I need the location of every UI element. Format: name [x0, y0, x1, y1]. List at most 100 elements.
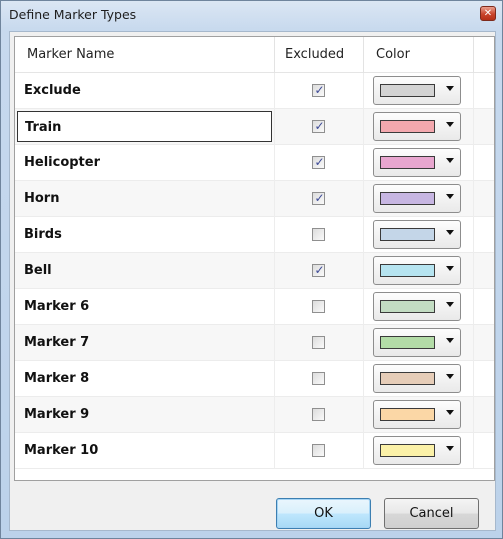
dialog-window: Define Marker Types ✕ Marker Name Exclud…: [0, 0, 503, 539]
chevron-down-icon[interactable]: [446, 410, 454, 415]
checkmark-icon: ✓: [314, 191, 325, 205]
cell-divider: [274, 361, 275, 397]
marker-name-cell[interactable]: Helicopter: [17, 147, 272, 178]
color-swatch: [380, 120, 435, 133]
marker-name-cell[interactable]: Marker 6: [17, 291, 272, 322]
column-separator[interactable]: [473, 37, 474, 73]
chevron-down-icon[interactable]: [446, 230, 454, 235]
marker-name-cell[interactable]: Marker 8: [17, 363, 272, 394]
excluded-checkbox[interactable]: [312, 444, 325, 457]
table-row[interactable]: Marker 8: [15, 361, 494, 397]
table-row[interactable]: Marker 10: [15, 433, 494, 469]
cell-divider: [473, 73, 474, 109]
table-row[interactable]: Marker 9: [15, 397, 494, 433]
cell-divider: [363, 433, 364, 469]
marker-name-cell[interactable]: Bell: [17, 255, 272, 286]
table-row[interactable]: Marker 6: [15, 289, 494, 325]
color-swatch: [380, 372, 435, 385]
marker-name-cell[interactable]: Marker 9: [17, 399, 272, 430]
color-dropdown[interactable]: [373, 220, 461, 249]
excluded-checkbox[interactable]: [312, 336, 325, 349]
chevron-down-icon[interactable]: [446, 302, 454, 307]
cell-divider: [274, 181, 275, 217]
column-header-color[interactable]: Color: [376, 37, 410, 73]
color-dropdown[interactable]: [373, 76, 461, 105]
chevron-down-icon[interactable]: [446, 86, 454, 91]
cell-divider: [473, 145, 474, 181]
color-dropdown[interactable]: [373, 112, 461, 141]
marker-name-cell[interactable]: Horn: [17, 183, 272, 214]
excluded-checkbox[interactable]: ✓: [312, 191, 325, 205]
close-icon[interactable]: ✕: [480, 6, 496, 21]
chevron-down-icon[interactable]: [446, 158, 454, 163]
column-separator[interactable]: [363, 37, 364, 73]
color-swatch: [380, 300, 435, 313]
color-dropdown[interactable]: [373, 364, 461, 393]
excluded-checkbox[interactable]: ✓: [312, 263, 325, 277]
column-separator[interactable]: [274, 37, 275, 73]
color-dropdown[interactable]: [373, 148, 461, 177]
checkmark-icon: ✓: [314, 263, 325, 277]
cell-divider: [363, 253, 364, 289]
excluded-checkbox[interactable]: ✓: [312, 119, 325, 133]
cell-divider: [363, 325, 364, 361]
color-dropdown[interactable]: [373, 328, 461, 357]
table-row[interactable]: Bell ✓: [15, 253, 494, 289]
cell-divider: [473, 217, 474, 253]
chevron-down-icon[interactable]: [446, 374, 454, 379]
table-row[interactable]: Helicopter ✓: [15, 145, 494, 181]
marker-name-cell[interactable]: Train: [17, 111, 272, 142]
marker-types-grid[interactable]: Marker Name Excluded Color Exclude ✓ Train…: [14, 36, 495, 481]
chevron-down-icon[interactable]: [446, 122, 454, 127]
color-dropdown[interactable]: [373, 436, 461, 465]
cell-divider: [274, 325, 275, 361]
color-swatch: [380, 192, 435, 205]
cell-divider: [473, 289, 474, 325]
marker-name-cell[interactable]: Marker 10: [17, 435, 272, 466]
color-swatch: [380, 336, 435, 349]
checkmark-icon: ✓: [314, 155, 325, 169]
cell-divider: [274, 145, 275, 181]
column-header-excluded[interactable]: Excluded: [285, 37, 344, 73]
cell-divider: [363, 289, 364, 325]
table-row[interactable]: Horn ✓: [15, 181, 494, 217]
cell-divider: [363, 73, 364, 109]
chevron-down-icon[interactable]: [446, 338, 454, 343]
excluded-checkbox[interactable]: ✓: [312, 155, 325, 169]
marker-name-cell[interactable]: Exclude: [17, 75, 272, 106]
color-dropdown[interactable]: [373, 292, 461, 321]
excluded-checkbox[interactable]: [312, 372, 325, 385]
cell-divider: [473, 397, 474, 433]
table-row[interactable]: Marker 7: [15, 325, 494, 361]
cell-divider: [363, 361, 364, 397]
column-header-marker-name[interactable]: Marker Name: [27, 37, 114, 73]
chevron-down-icon[interactable]: [446, 446, 454, 451]
excluded-checkbox[interactable]: [312, 228, 325, 241]
cell-divider: [274, 433, 275, 469]
color-dropdown[interactable]: [373, 400, 461, 429]
checkmark-icon: ✓: [314, 83, 325, 97]
table-row[interactable]: Birds: [15, 217, 494, 253]
cell-divider: [274, 289, 275, 325]
cell-divider: [473, 181, 474, 217]
cancel-button[interactable]: Cancel: [384, 498, 479, 529]
color-dropdown[interactable]: [373, 256, 461, 285]
excluded-checkbox[interactable]: [312, 300, 325, 313]
color-swatch: [380, 408, 435, 421]
table-row[interactable]: Exclude ✓: [15, 73, 494, 109]
title-bar[interactable]: Define Marker Types ✕: [1, 1, 502, 31]
marker-name-cell[interactable]: Marker 7: [17, 327, 272, 358]
table-row[interactable]: Train ✓: [15, 109, 494, 145]
chevron-down-icon[interactable]: [446, 194, 454, 199]
grid-rows: Exclude ✓ Train ✓ Helicopter ✓ Horn ✓ Birds Bell ✓…: [15, 73, 494, 469]
ok-button[interactable]: OK: [276, 498, 371, 529]
cell-divider: [274, 253, 275, 289]
excluded-checkbox[interactable]: [312, 408, 325, 421]
excluded-checkbox[interactable]: ✓: [312, 83, 325, 97]
cell-divider: [274, 217, 275, 253]
chevron-down-icon[interactable]: [446, 266, 454, 271]
color-swatch: [380, 84, 435, 97]
cell-divider: [363, 145, 364, 181]
color-dropdown[interactable]: [373, 184, 461, 213]
marker-name-cell[interactable]: Birds: [17, 219, 272, 250]
